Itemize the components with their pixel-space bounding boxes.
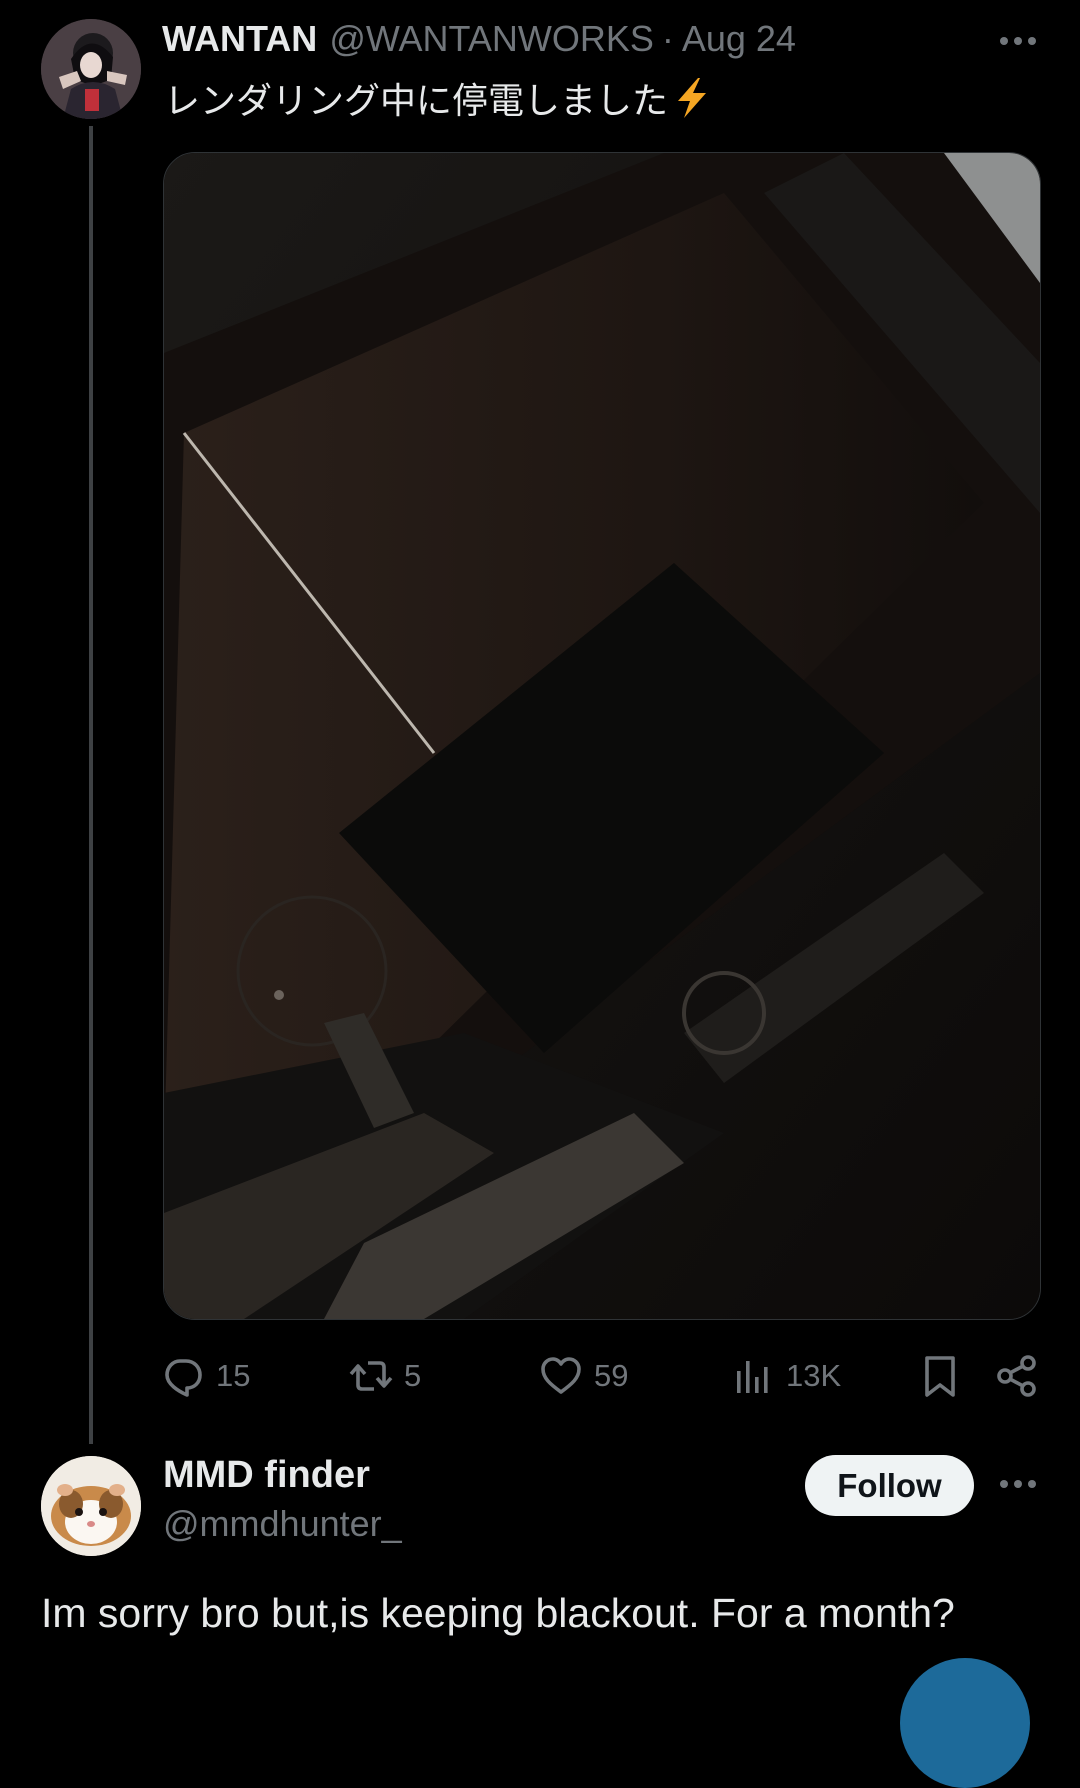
- user-handle[interactable]: @WANTANWORKS: [329, 18, 654, 60]
- bookmark-button[interactable]: [917, 1350, 963, 1402]
- reply-count: 15: [216, 1358, 251, 1393]
- dark-room-photo: [164, 153, 1040, 1319]
- reply-text: Im sorry bro but,is keeping blackout. Fo…: [41, 1590, 955, 1636]
- reply-user-handle[interactable]: @mmdhunter_: [163, 1503, 402, 1545]
- tweet-text-content: レンダリング中に停電しました: [164, 81, 669, 122]
- more-options-button[interactable]: [996, 19, 1040, 63]
- more-dots-icon: [1000, 37, 1036, 45]
- repost-button[interactable]: 5: [348, 1350, 421, 1402]
- reply-icon: [165, 1359, 202, 1397]
- like-button[interactable]: 59: [538, 1350, 628, 1402]
- like-count: 59: [594, 1358, 629, 1393]
- guinea-pig-avatar-icon: [41, 1456, 141, 1556]
- tweet-text: レンダリング中に停電しました: [164, 72, 712, 124]
- share-button[interactable]: [994, 1350, 1040, 1402]
- separator: ·: [661, 18, 674, 59]
- more-dots-icon: [1000, 1480, 1036, 1488]
- tweet-date[interactable]: Aug 24: [682, 18, 796, 60]
- avatar[interactable]: [41, 1456, 141, 1556]
- bookmark-icon: [925, 1356, 955, 1397]
- lightning-bolt-icon: [678, 78, 707, 118]
- follow-button[interactable]: Follow: [805, 1455, 974, 1516]
- heart-icon: [541, 1357, 581, 1394]
- reply-display-name[interactable]: MMD finder: [163, 1454, 370, 1497]
- analytics-icon: [737, 1361, 768, 1393]
- compose-fab-button[interactable]: [900, 1658, 1030, 1788]
- reply-button[interactable]: 15: [160, 1350, 250, 1402]
- tweet-header: WANTAN @WANTANWORKS · Aug 24: [162, 18, 796, 66]
- share-icon: [997, 1355, 1036, 1397]
- repost-count: 5: [404, 1358, 422, 1393]
- tweet-media-image[interactable]: [163, 152, 1041, 1320]
- display-name[interactable]: WANTAN: [162, 18, 317, 60]
- thread-line: [89, 126, 93, 1444]
- views-button[interactable]: 13K: [730, 1350, 841, 1402]
- repost-icon: [349, 1361, 393, 1391]
- reply-more-options-button[interactable]: [996, 1462, 1040, 1506]
- views-count: 13K: [786, 1358, 842, 1393]
- avatar[interactable]: [41, 19, 141, 119]
- tweet-actions-bar: 15 5 59 13K: [160, 1350, 1040, 1402]
